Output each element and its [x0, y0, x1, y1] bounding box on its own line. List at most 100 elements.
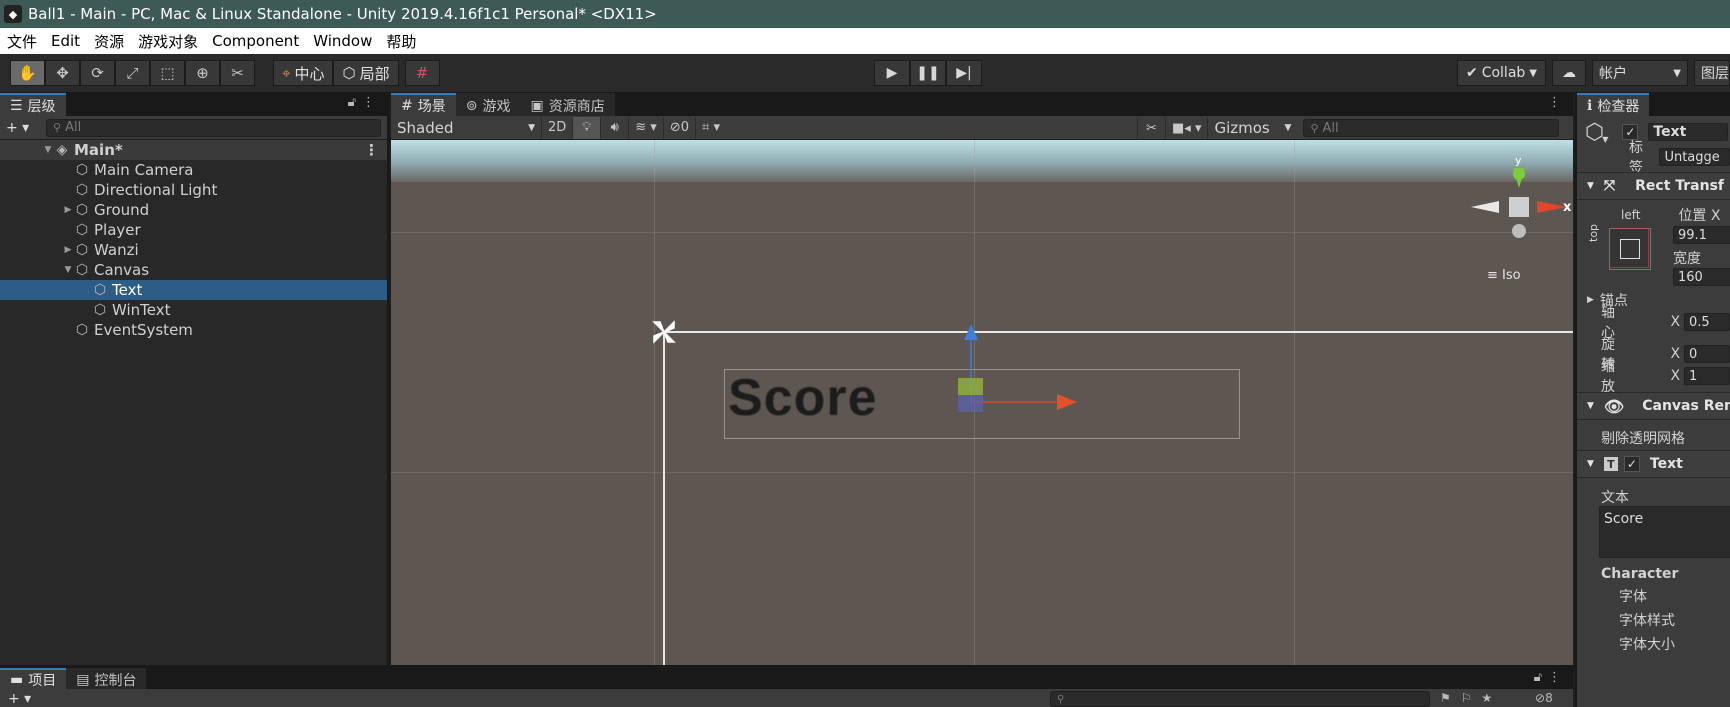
menu-file[interactable]: 文件 — [0, 31, 44, 52]
cloud-button[interactable]: ☁ — [1552, 60, 1586, 86]
menu-edit[interactable]: Edit — [44, 32, 87, 50]
hierarchy-item-canvas[interactable]: ▼ ⬡ Canvas — [0, 260, 387, 280]
grid-dropdown[interactable]: ⌗ ▾ — [695, 116, 726, 139]
collab-button[interactable]: ✔ Collab ▼ — [1456, 60, 1546, 86]
pivot-local-button[interactable]: ⬡ 局部 — [333, 60, 399, 86]
menu-assets[interactable]: 资源 — [87, 31, 131, 52]
move-tool-button[interactable]: ✥ — [45, 60, 80, 86]
project-search-input[interactable]: ⚲ — [1050, 691, 1430, 707]
kebab-menu-icon[interactable]: ⋮ — [362, 95, 381, 110]
gizmos-dropdown[interactable]: Gizmos ▼ — [1207, 117, 1297, 139]
hierarchy-item-wintext[interactable]: ⬡ WinText — [0, 300, 387, 320]
axis-x-label: x — [1563, 200, 1572, 215]
step-button[interactable]: ▶| — [946, 60, 982, 86]
scene-row[interactable]: ▼ ◈ Main* ⋮ — [0, 140, 387, 160]
scene-name: Main* — [74, 141, 123, 159]
hierarchy-item-text[interactable]: ⬡ Text — [0, 280, 387, 300]
kebab-menu-icon[interactable]: ⋮ — [1548, 670, 1567, 685]
hierarchy-item-main-camera[interactable]: ⬡ Main Camera — [0, 160, 387, 180]
rect-transform-header[interactable]: ▼ ⤧ Rect Transf — [1577, 172, 1730, 200]
scale-tool-button[interactable]: ⤢ — [115, 60, 150, 86]
grid-snap-group: # — [404, 60, 440, 86]
pos-x-field[interactable]: 99.1 — [1673, 226, 1730, 244]
pause-button[interactable]: ❚❚ — [910, 60, 946, 86]
scene-search-input[interactable]: ⚲ All — [1303, 119, 1560, 137]
hierarchy-item-ground[interactable]: ▶ ⬡ Ground — [0, 200, 387, 220]
unity-logo-icon: ◆ — [4, 5, 22, 23]
tab-asset-store[interactable]: ▣ 资源商店 — [520, 93, 615, 116]
rotation-x-field[interactable]: 0 — [1684, 345, 1730, 363]
width-field[interactable]: 160 — [1673, 268, 1730, 286]
text-component-header[interactable]: ▼ T ✓ Text — [1577, 450, 1730, 478]
transform-tool-button[interactable]: ⊕ — [185, 60, 220, 86]
canvas-bounds-top — [663, 331, 1573, 333]
tab-scene[interactable]: # 场景 — [391, 93, 456, 116]
expand-arrow-icon[interactable]: ▼ — [62, 265, 74, 275]
play-button[interactable]: ▶ — [874, 60, 910, 86]
menu-gameobject[interactable]: 游戏对象 — [131, 31, 205, 52]
menu-help[interactable]: 帮助 — [379, 31, 423, 52]
anchors-row[interactable]: ▶ 锚点 — [1577, 290, 1730, 310]
create-dropdown[interactable]: + ▾ — [6, 120, 38, 136]
tab-project[interactable]: ▬ 项目 — [0, 668, 67, 689]
2d-toggle[interactable]: 2D — [541, 116, 572, 139]
lighting-toggle[interactable]: 💡︎ — [572, 116, 601, 139]
collapsed-arrow-icon[interactable]: ▶ — [62, 205, 74, 215]
shading-mode-dropdown[interactable]: Shaded ▼ — [391, 117, 541, 139]
text-content-textarea[interactable]: Score — [1599, 506, 1730, 558]
scene-viewport[interactable]: Score y x ≡ Iso — [391, 140, 1573, 665]
hierarchy-item-eventsystem[interactable]: ⬡ EventSystem — [0, 320, 387, 340]
score-text-object[interactable]: Score — [728, 368, 878, 428]
filter-icons[interactable]: ⚑⚐★ — [1440, 691, 1502, 705]
pivot-center-button[interactable]: ⌖ 中心 — [273, 60, 334, 86]
tab-inspector[interactable]: ℹ 检查器 — [1577, 93, 1650, 116]
tab-console[interactable]: ▤ 控制台 — [66, 668, 147, 689]
tab-hierarchy[interactable]: ☰ 层级 — [0, 93, 66, 116]
hidden-objects-toggle[interactable]: ⊘ 0 — [662, 116, 695, 139]
hand-tool-button[interactable]: ✋ — [10, 60, 45, 86]
tab-hierarchy-label: 层级 — [27, 98, 56, 115]
canvas-renderer-header[interactable]: ▼ 👁︎ Canvas Ren — [1577, 392, 1730, 420]
bottom-panel: ▬ 项目 ▤ 控制台 🔓︎⋮ + ▾ ⚲ ⚑⚐★ ⊘8 — [0, 665, 1573, 707]
account-dropdown[interactable]: 帐户 ▼ — [1592, 60, 1688, 86]
rect-tool-button[interactable]: ⬚ — [150, 60, 185, 86]
object-name-field[interactable]: Text — [1648, 123, 1729, 141]
tools-button[interactable]: ✂ — [1137, 117, 1165, 139]
collapsed-arrow-icon[interactable]: ▶ — [62, 245, 74, 255]
rotate-tool-button[interactable]: ⟳ — [80, 60, 115, 86]
hash-icon: # — [401, 97, 413, 114]
pivot-x-field[interactable]: 0.5 — [1684, 313, 1730, 331]
expand-arrow-icon[interactable]: ▼ — [42, 145, 54, 155]
grid-icon: ⌗ ▾ — [702, 120, 721, 135]
kebab-menu-icon[interactable]: ⋮ — [1548, 95, 1567, 110]
menu-component[interactable]: Component — [205, 32, 306, 50]
custom-tool-button[interactable]: ✂ — [220, 60, 255, 86]
lock-icon[interactable]: 🔓︎ — [1534, 670, 1548, 685]
hierarchy-item-wanzi[interactable]: ▶ ⬡ Wanzi — [0, 240, 387, 260]
anchor-preset-button[interactable] — [1609, 228, 1651, 270]
hierarchy-item-directional-light[interactable]: ⬡ Directional Light — [0, 180, 387, 200]
tab-game[interactable]: ⊚ 游戏 — [455, 93, 521, 116]
hierarchy-search-input[interactable]: ⚲ All — [46, 118, 381, 137]
anchor-handle-icon[interactable] — [649, 317, 679, 347]
text-enabled-checkbox[interactable]: ✓ — [1623, 456, 1640, 472]
scene-orientation-gizmo[interactable]: y x — [1469, 154, 1573, 264]
move-gizmo[interactable] — [951, 320, 1091, 430]
hidden-packages-toggle[interactable]: ⊘8 — [1535, 691, 1553, 705]
camera-dropdown[interactable]: ■◂ ▾ — [1165, 117, 1207, 139]
tag-dropdown[interactable]: Untagge — [1659, 148, 1730, 166]
lock-icon[interactable]: 🔓︎ — [348, 95, 362, 110]
hierarchy-item-player[interactable]: ⬡ Player — [0, 220, 387, 240]
audio-toggle[interactable]: 🔊︎ — [600, 116, 628, 139]
grid-snap-button[interactable]: # — [404, 60, 440, 86]
projection-mode-toggle[interactable]: ≡ Iso — [1487, 268, 1521, 283]
kebab-menu-icon[interactable]: ⋮ — [364, 141, 379, 159]
scale-x-field[interactable]: 1 — [1684, 367, 1730, 385]
create-dropdown[interactable]: + ▾ — [8, 691, 31, 707]
menu-window[interactable]: Window — [306, 32, 379, 50]
effects-dropdown[interactable]: ≋ ▾ — [628, 116, 663, 139]
move-icon: ✥ — [56, 64, 69, 82]
cull-transparent-row: 剔除透明网格 — [1577, 428, 1730, 448]
font-size-label: 字体大小 — [1619, 637, 1675, 653]
layers-dropdown[interactable]: 图层 — [1694, 60, 1730, 86]
